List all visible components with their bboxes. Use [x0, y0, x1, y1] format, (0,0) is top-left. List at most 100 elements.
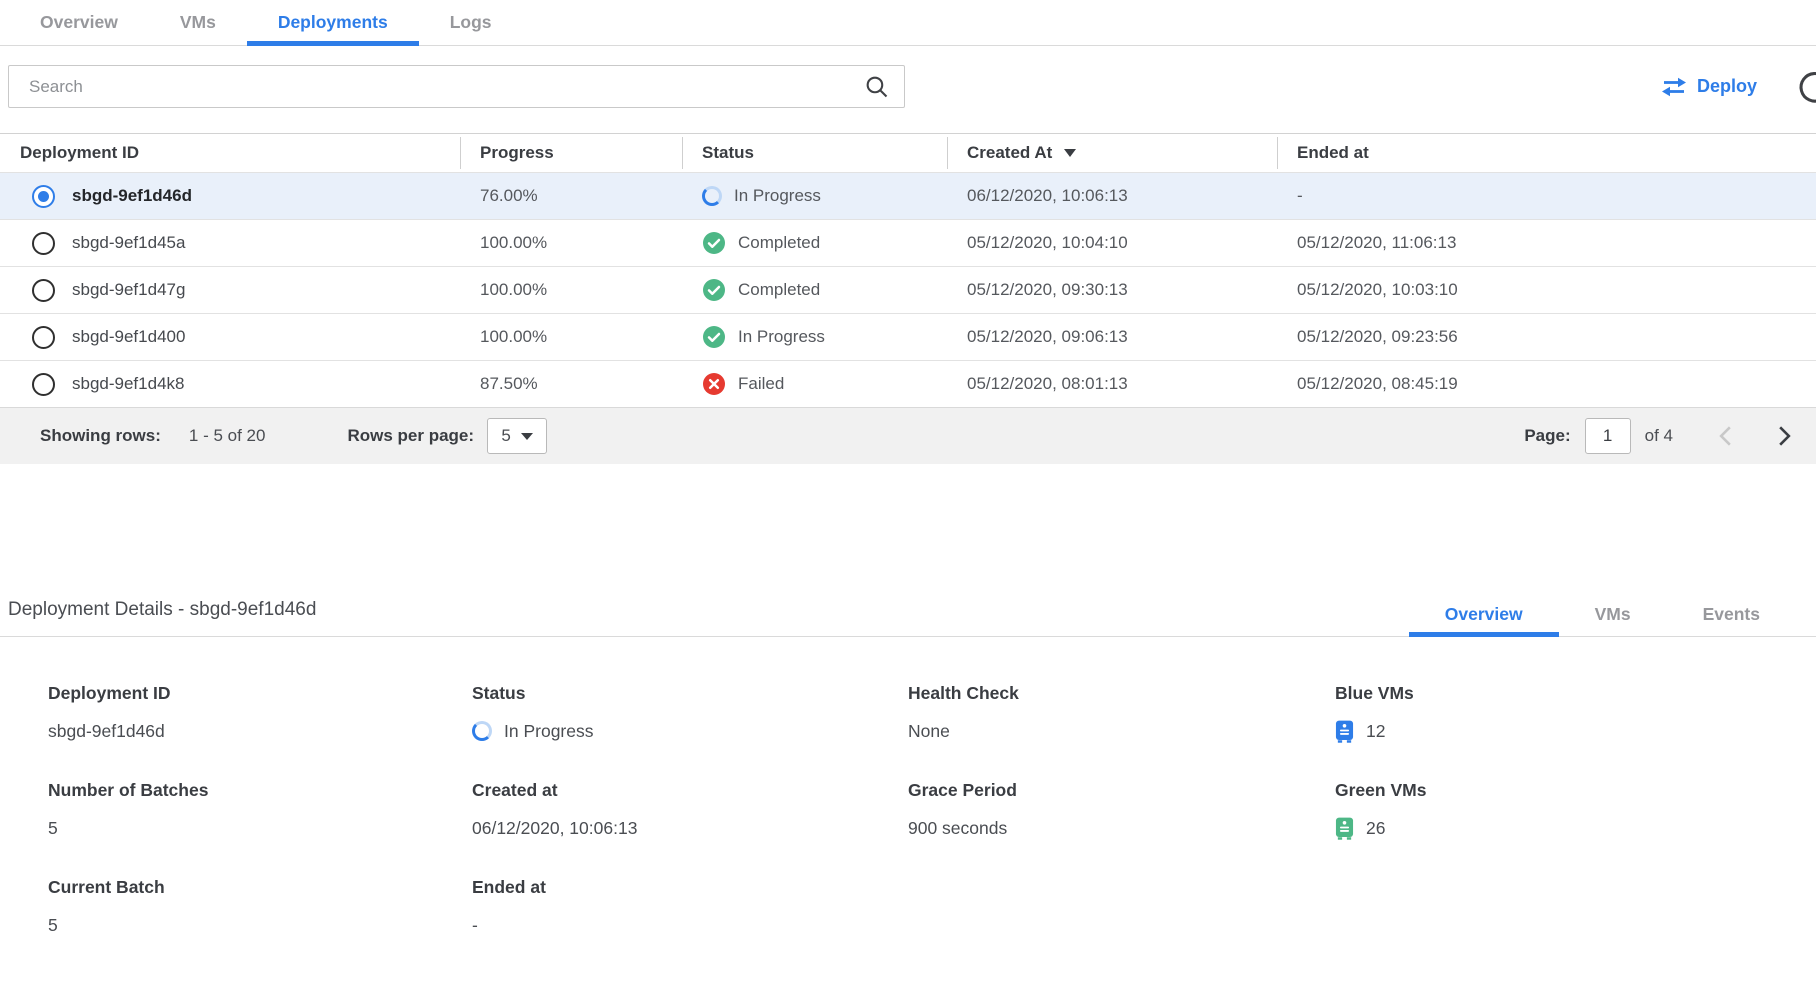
check-status-icon	[702, 231, 726, 255]
table-row[interactable]: sbgd-9ef1d47g 100.00% Completed 05/12/20…	[0, 266, 1816, 313]
active-tab-underline	[247, 41, 419, 46]
detail-field-value: 06/12/2020, 10:06:13	[472, 818, 637, 839]
ended-at-cell: 05/12/2020, 09:23:56	[1297, 327, 1458, 347]
vm-icon	[1335, 720, 1354, 743]
tab-deployments[interactable]: Deployments	[247, 0, 419, 45]
column-label: Ended at	[1297, 143, 1369, 163]
sort-descending-icon[interactable]	[1064, 149, 1076, 157]
previous-page-button[interactable]	[1719, 425, 1732, 447]
pagination: Page: of 4	[1524, 418, 1791, 454]
detail-field-value: In Progress	[504, 721, 593, 742]
tab-events[interactable]: Events	[1667, 592, 1796, 636]
deployment-id-cell: sbgd-9ef1d45a	[72, 233, 185, 253]
detail-field-value: 900 seconds	[908, 818, 1007, 839]
table-footer: Showing rows: 1 - 5 of 20 Rows per page:…	[0, 407, 1816, 464]
status-label: Failed	[738, 374, 784, 394]
deployment-id-cell: sbgd-9ef1d4k8	[72, 374, 184, 394]
details-header: Deployment Details - sbgd-9ef1d46d Overv…	[0, 592, 1816, 637]
detail-field-grace-period: Grace Period 900 seconds	[908, 780, 1335, 840]
refresh-icon[interactable]	[1795, 68, 1816, 106]
column-header-ended-at[interactable]: Ended at	[1277, 134, 1816, 172]
deployment-id-cell: sbgd-9ef1d47g	[72, 280, 185, 300]
details-title: Deployment Details - sbgd-9ef1d46d	[8, 599, 316, 636]
error-status-icon	[702, 372, 726, 396]
created-at-cell: 05/12/2020, 10:04:10	[967, 233, 1128, 253]
detail-field-label: Grace Period	[908, 780, 1335, 801]
row-radio[interactable]	[32, 279, 55, 302]
tab-vms[interactable]: VMs	[149, 0, 247, 45]
column-header-progress[interactable]: Progress	[460, 134, 682, 172]
tab-logs[interactable]: Logs	[419, 0, 523, 45]
detail-field-value: None	[908, 721, 950, 742]
failed-x-icon	[702, 372, 726, 396]
table-header-row: Deployment ID Progress Status Created At End…	[0, 134, 1816, 172]
swap-arrows-icon	[1661, 77, 1687, 97]
table-row[interactable]: sbgd-9ef1d4k8 87.50% Failed 05/12/2020, …	[0, 360, 1816, 407]
ended-at-cell: 05/12/2020, 11:06:13	[1297, 233, 1456, 253]
tab-label: Events	[1703, 604, 1760, 625]
detail-field-value: -	[472, 915, 478, 936]
check-status-icon	[702, 325, 726, 349]
created-at-cell: 05/12/2020, 09:06:13	[967, 327, 1128, 347]
showing-rows-label: Showing rows:	[40, 426, 161, 446]
column-header-deployment-id[interactable]: Deployment ID	[0, 134, 460, 172]
detail-field-deployment-id: Deployment ID sbgd-9ef1d46d	[48, 683, 472, 743]
vm-icon	[1335, 817, 1354, 840]
detail-field-label: Health Check	[908, 683, 1335, 704]
detail-field-current-batch: Current Batch 5	[48, 877, 472, 937]
progress-cell: 100.00%	[480, 233, 547, 253]
progress-cell: 100.00%	[480, 280, 547, 300]
column-header-status[interactable]: Status	[682, 134, 947, 172]
status-label: Completed	[738, 233, 820, 253]
tab-overview[interactable]: Overview	[1409, 592, 1559, 636]
detail-field-label: Ended at	[472, 877, 908, 898]
next-page-button[interactable]	[1778, 425, 1791, 447]
main-tab-bar: Overview VMs Deployments Logs	[0, 0, 1816, 46]
progress-cell: 76.00%	[480, 186, 538, 206]
in-progress-spinner-icon	[472, 721, 492, 741]
detail-field-label: Created at	[472, 780, 908, 801]
detail-field-blue-vms: Blue VMs 12	[1335, 683, 1816, 743]
detail-field-value: 5	[48, 915, 58, 936]
table-row[interactable]: sbgd-9ef1d45a 100.00% Completed 05/12/20…	[0, 219, 1816, 266]
deployments-table: Deployment ID Progress Status Created At End…	[0, 133, 1816, 464]
detail-field-label: Blue VMs	[1335, 683, 1816, 704]
column-header-created-at[interactable]: Created At	[947, 134, 1277, 172]
page-input[interactable]	[1585, 418, 1631, 454]
vm-green-icon	[1335, 817, 1354, 840]
tab-vms[interactable]: VMs	[1559, 592, 1667, 636]
column-label: Status	[702, 143, 754, 163]
page-label: Page:	[1524, 426, 1570, 446]
detail-field-value: 5	[48, 818, 58, 839]
progress-cell: 100.00%	[480, 327, 547, 347]
deploy-button[interactable]: Deploy	[1661, 76, 1757, 97]
active-tab-underline	[1409, 632, 1559, 637]
vm-blue-icon	[1335, 720, 1354, 743]
tab-label: VMs	[1595, 604, 1631, 625]
tab-label: Logs	[450, 12, 492, 33]
row-radio[interactable]	[32, 185, 55, 208]
detail-field-created-at: Created at 06/12/2020, 10:06:13	[472, 780, 908, 840]
column-label: Progress	[480, 143, 554, 163]
details-fields: Deployment ID sbgd-9ef1d46d Status In Pr…	[0, 637, 1816, 974]
search-input[interactable]	[8, 65, 905, 108]
success-check-icon	[702, 231, 726, 255]
detail-field-label: Green VMs	[1335, 780, 1816, 801]
ended-at-cell: -	[1297, 186, 1303, 206]
table-row[interactable]: sbgd-9ef1d400 100.00% In Progress 05/12/…	[0, 313, 1816, 360]
created-at-cell: 06/12/2020, 10:06:13	[967, 186, 1128, 206]
row-radio[interactable]	[32, 373, 55, 396]
search-icon	[864, 74, 889, 104]
search-box	[8, 65, 905, 108]
ended-at-cell: 05/12/2020, 08:45:19	[1297, 374, 1458, 394]
row-radio[interactable]	[32, 326, 55, 349]
tab-label: VMs	[180, 12, 216, 33]
deploy-button-label: Deploy	[1697, 76, 1757, 97]
chevron-down-icon	[521, 433, 533, 440]
table-row[interactable]: sbgd-9ef1d46d 76.00% In Progress 06/12/2…	[0, 172, 1816, 219]
ended-at-cell: 05/12/2020, 10:03:10	[1297, 280, 1458, 300]
rows-per-page-select[interactable]: 5	[487, 418, 547, 454]
row-radio[interactable]	[32, 232, 55, 255]
deployment-id-cell: sbgd-9ef1d46d	[72, 186, 192, 206]
tab-overview[interactable]: Overview	[9, 0, 149, 45]
